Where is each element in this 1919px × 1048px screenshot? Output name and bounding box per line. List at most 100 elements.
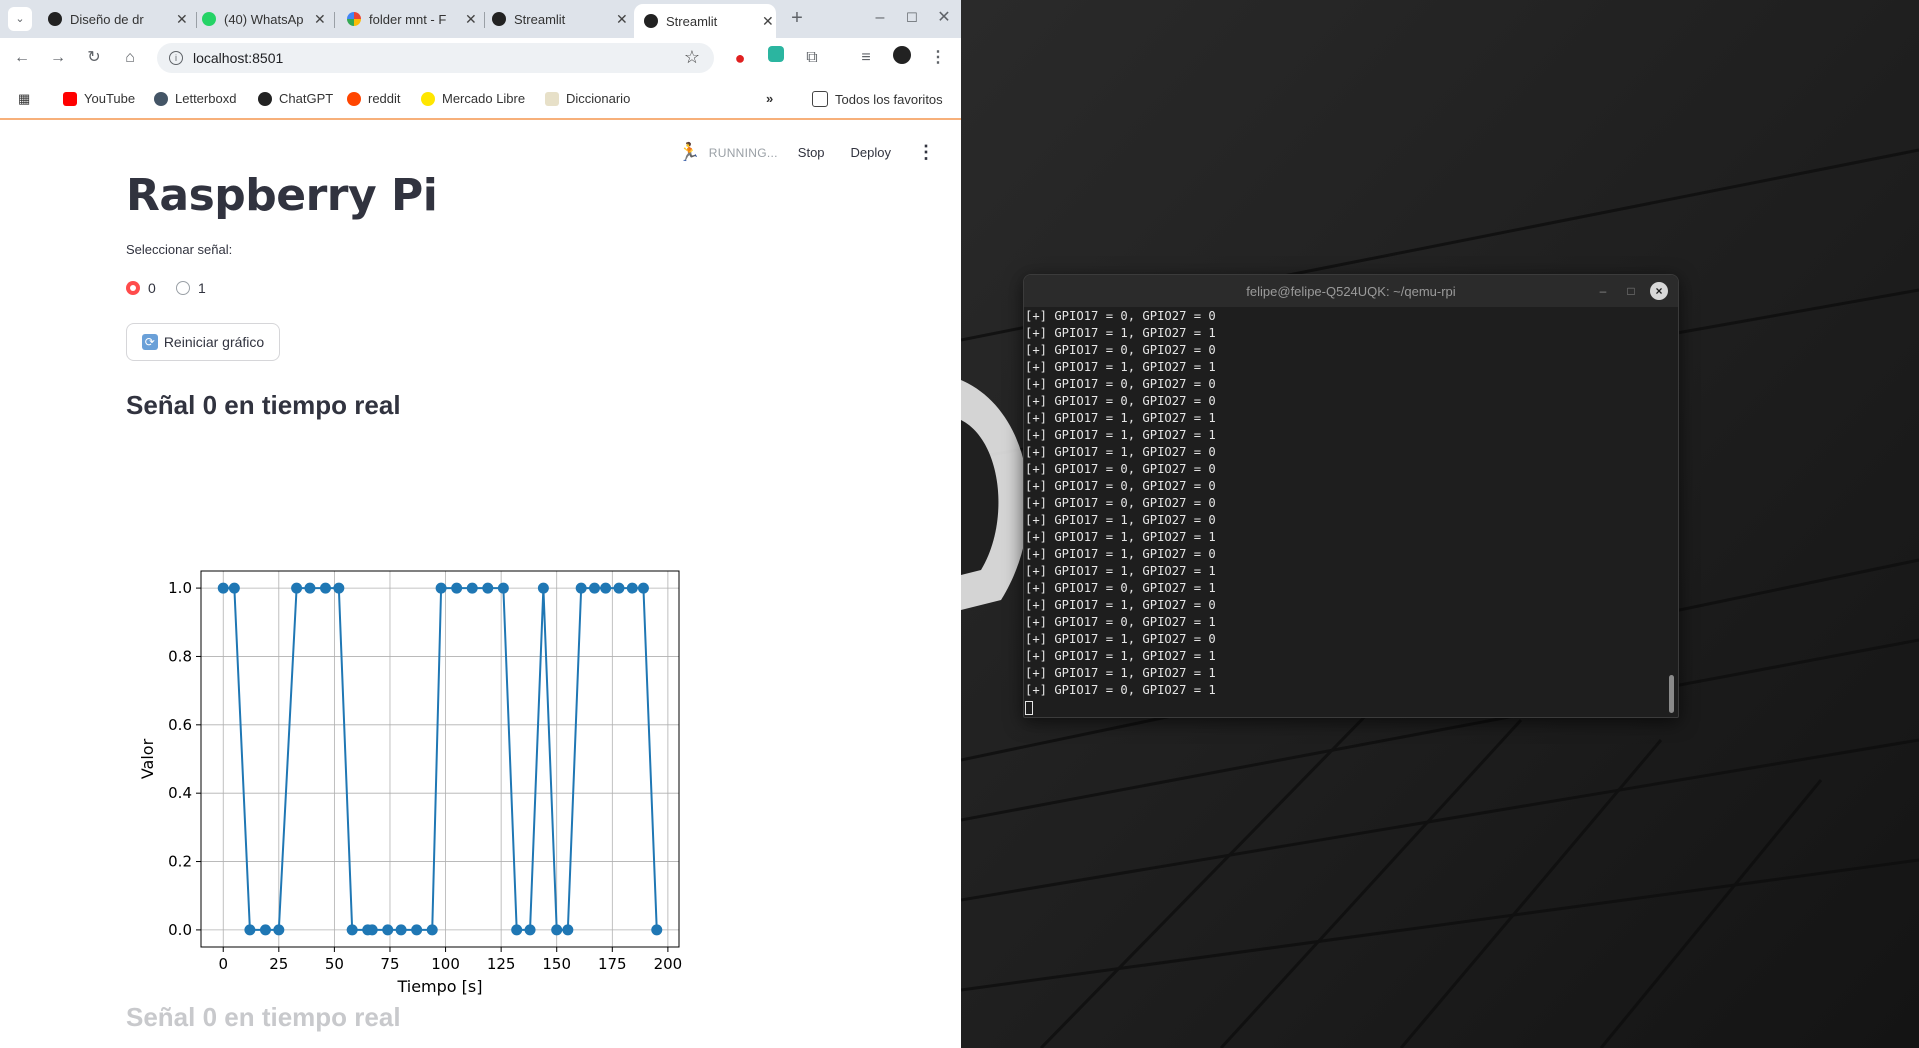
browser-menu-icon[interactable]: ⋮: [926, 46, 950, 70]
bookmark-reddit[interactable]: reddit: [347, 91, 401, 106]
openai-icon: [48, 12, 62, 26]
terminal-line: [+] GPIO17 = 1, GPIO27 = 1: [1025, 360, 1216, 374]
radio-unselected-icon: [176, 281, 190, 295]
close-icon[interactable]: ×: [1650, 282, 1668, 300]
extension-green-icon[interactable]: [764, 46, 788, 70]
data-point: [551, 924, 563, 936]
apps-grid-icon[interactable]: ▦: [18, 91, 30, 107]
terminal-line: [+] GPIO17 = 0, GPIO27 = 0: [1025, 394, 1216, 408]
data-point: [451, 582, 463, 594]
url-text[interactable]: localhost:8501: [193, 50, 283, 66]
all-bookmarks[interactable]: Todos los favoritos: [812, 91, 943, 107]
bookmark-letterboxd[interactable]: Letterboxd: [154, 91, 236, 106]
tab-google[interactable]: folder mnt - F ✕: [337, 4, 485, 34]
reddit-icon: [347, 91, 361, 106]
tab-diseno[interactable]: Diseño de dr ✕: [38, 4, 194, 34]
terminal-line: [+] GPIO17 = 1, GPIO27 = 1: [1025, 564, 1216, 578]
close-icon[interactable]: ✕: [616, 11, 628, 28]
terminal-line: [+] GPIO17 = 1, GPIO27 = 0: [1025, 598, 1216, 612]
more-bookmarks-icon[interactable]: »: [766, 91, 773, 106]
x-tick-label: 75: [380, 955, 399, 973]
terminal-scrollbar[interactable]: [1669, 675, 1674, 713]
maximize-icon[interactable]: ☐: [900, 6, 924, 30]
terminal-line: [+] GPIO17 = 1, GPIO27 = 1: [1025, 326, 1216, 340]
stop-button[interactable]: Stop: [798, 145, 825, 160]
minimize-icon[interactable]: –: [868, 6, 892, 30]
deploy-button[interactable]: Deploy: [851, 145, 891, 160]
y-tick-label: 0.0: [168, 921, 192, 939]
bookmark-label: Letterboxd: [175, 91, 237, 106]
bookmark-label: Diccionario: [566, 91, 631, 106]
forward-icon[interactable]: →: [46, 46, 70, 70]
tab-separator: [334, 12, 335, 28]
status-text: RUNNING...: [708, 145, 778, 160]
x-tick-label: 200: [654, 955, 683, 973]
bookmark-diccionario[interactable]: Diccionario: [545, 91, 630, 106]
close-icon[interactable]: ✕: [314, 11, 326, 28]
close-icon[interactable]: ✕: [465, 11, 477, 28]
maximize-icon[interactable]: □: [1622, 282, 1640, 300]
data-point: [395, 924, 407, 936]
bookmark-mercado-libre[interactable]: Mercado Libre: [421, 91, 525, 106]
address-bar: ← → ↻ ⌂ i localhost:8501 ☆ ● ⧉ ≡ ⋮: [0, 38, 961, 78]
tab-bar: ⌄ Diseño de dr ✕ (40) WhatsAp ✕ folder m…: [0, 0, 961, 38]
tab-label: Diseño de dr: [70, 11, 144, 27]
tab-streamlit-1[interactable]: Streamlit ✕: [482, 4, 630, 34]
data-point: [217, 582, 229, 594]
opera-extension-icon[interactable]: ●: [728, 46, 752, 70]
terminal-line: [+] GPIO17 = 1, GPIO27 = 0: [1025, 445, 1216, 459]
main-menu-icon[interactable]: ⋮: [917, 142, 935, 163]
radio-selected-icon: [126, 281, 140, 295]
tab-whatsapp[interactable]: (40) WhatsAp ✕: [192, 4, 332, 34]
data-point: [626, 582, 638, 594]
radio-option-1[interactable]: 1: [176, 280, 206, 296]
tab-streamlit-active[interactable]: Streamlit ✕: [634, 4, 776, 38]
streamlit-icon: [644, 14, 658, 28]
star-icon[interactable]: ☆: [684, 47, 700, 68]
reset-button-label: Reiniciar gráfico: [163, 334, 265, 350]
app-toolbar: 🏃 RUNNING... Stop Deploy ⋮: [678, 142, 935, 163]
terminal-line: [+] GPIO17 = 0, GPIO27 = 0: [1025, 496, 1216, 510]
close-icon[interactable]: ✕: [176, 11, 188, 28]
terminal-line: [+] GPIO17 = 1, GPIO27 = 0: [1025, 513, 1216, 527]
terminal-window[interactable]: felipe@felipe-Q524UQK: ~/qemu-rpi – □ × …: [1023, 274, 1679, 718]
running-man-icon: 🏃: [678, 142, 701, 162]
data-point: [511, 924, 523, 936]
data-point: [600, 582, 612, 594]
terminal-line: [+] GPIO17 = 0, GPIO27 = 0: [1025, 462, 1216, 476]
y-tick-label: 0.4: [168, 784, 192, 802]
y-tick-label: 0.2: [168, 853, 192, 871]
bookmarks-bar: ▦ YouTube Letterboxd ChatGPT reddit Merc…: [0, 78, 961, 120]
x-tick-label: 150: [542, 955, 571, 973]
radio-label: Seleccionar señal:: [126, 242, 233, 257]
data-point: [637, 582, 649, 594]
data-point: [228, 582, 240, 594]
reload-icon[interactable]: ↻: [82, 46, 106, 70]
terminal-titlebar[interactable]: felipe@felipe-Q524UQK: ~/qemu-rpi – □ ×: [1024, 275, 1678, 307]
y-tick-label: 0.8: [168, 647, 192, 665]
bookmark-chatgpt[interactable]: ChatGPT: [258, 91, 333, 106]
tab-search-icon[interactable]: ⌄: [8, 7, 32, 31]
terminal-line: [+] GPIO17 = 0, GPIO27 = 1: [1025, 683, 1216, 697]
home-icon[interactable]: ⌂: [118, 46, 142, 70]
terminal-line: [+] GPIO17 = 0, GPIO27 = 0: [1025, 479, 1216, 493]
close-icon[interactable]: ✕: [762, 13, 774, 30]
back-icon[interactable]: ←: [10, 46, 34, 70]
bookmark-youtube[interactable]: YouTube: [63, 91, 135, 106]
whatsapp-icon: [202, 12, 216, 26]
data-point: [482, 582, 494, 594]
terminal-line: [+] GPIO17 = 0, GPIO27 = 1: [1025, 581, 1216, 595]
reset-chart-button[interactable]: ⟳ Reiniciar gráfico: [126, 323, 280, 361]
url-field[interactable]: i localhost:8501 ☆: [157, 43, 714, 73]
new-tab-icon[interactable]: +: [785, 6, 809, 30]
minimize-icon[interactable]: –: [1594, 282, 1612, 300]
site-info-icon[interactable]: i: [169, 51, 183, 65]
media-control-icon[interactable]: ≡: [854, 46, 878, 70]
signal-chart: 0 25 50 75 100 125 150 175 200 0.0 0.2 0.4 0.6 0.8 1.0…: [138, 570, 683, 996]
x-tick-label: 25: [269, 955, 288, 973]
radio-option-0[interactable]: 0: [126, 280, 156, 296]
terminal-output[interactable]: [+] GPIO17 = 0, GPIO27 = 0 [+] GPIO17 = 1…: [1025, 308, 1216, 716]
profile-avatar[interactable]: [890, 46, 914, 70]
close-icon[interactable]: ✕: [932, 6, 956, 30]
extensions-puzzle-icon[interactable]: ⧉: [800, 46, 824, 70]
